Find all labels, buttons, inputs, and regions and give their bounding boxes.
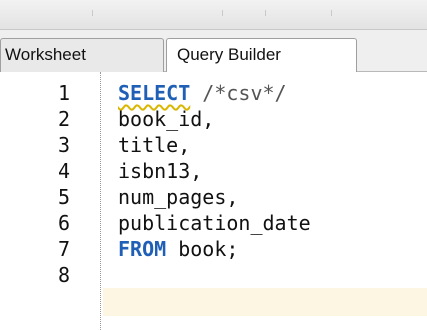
line-number: 5: [57, 185, 70, 209]
sql-table-ref: book;: [166, 237, 239, 261]
tab-worksheet-label: Worksheet: [5, 45, 86, 64]
tab-query-builder[interactable]: Query Builder: [166, 38, 357, 72]
line-number: 6: [57, 211, 70, 235]
sql-keyword: FROM: [118, 237, 167, 261]
sql-editor[interactable]: 1 2 3 4 5 6 7 8 SELECT /*csv*/ book_id, …: [0, 72, 427, 330]
code-line[interactable]: SELECT /*csv*/: [118, 80, 287, 106]
gutter-divider: [100, 72, 102, 330]
tab-query-builder-label: Query Builder: [177, 45, 281, 64]
code-line[interactable]: book_id,: [118, 106, 214, 132]
code-line[interactable]: publication_date: [118, 210, 311, 236]
line-number: 4: [57, 159, 70, 183]
toolbar-separator: [92, 10, 93, 16]
toolbar-separator: [265, 10, 266, 16]
line-number: 8: [57, 263, 70, 287]
line-number: 1: [57, 81, 70, 105]
tab-worksheet[interactable]: Worksheet: [0, 38, 164, 72]
tab-bar: Worksheet Query Builder: [0, 30, 427, 72]
code-line[interactable]: FROM book;: [118, 236, 238, 262]
line-number-gutter: 1 2 3 4 5 6 7 8: [0, 72, 78, 330]
toolbar-separator: [331, 10, 332, 16]
line-number: 7: [57, 237, 70, 261]
line-number: 2: [57, 107, 70, 131]
sql-comment: /*csv*/: [190, 81, 287, 105]
current-line-highlight: [103, 288, 427, 316]
sql-keyword: SELECT: [118, 81, 191, 105]
code-line[interactable]: num_pages,: [118, 184, 238, 210]
toolbar-strip: [0, 0, 427, 30]
code-line[interactable]: isbn13,: [118, 158, 202, 184]
code-line[interactable]: title,: [118, 132, 190, 158]
line-number: 3: [57, 133, 70, 157]
toolbar-separator: [222, 10, 223, 16]
